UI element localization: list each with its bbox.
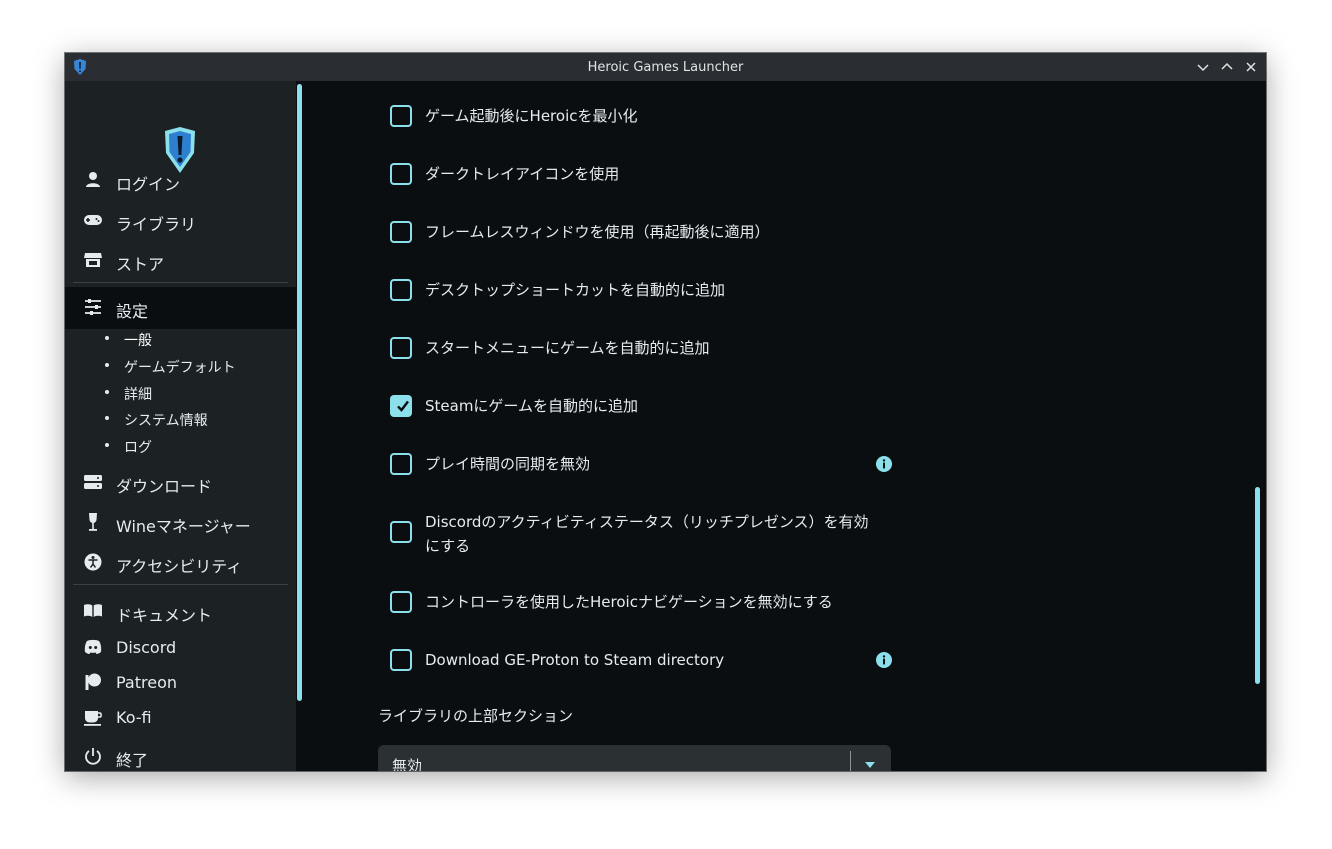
gamepad-icon [84,215,102,225]
option-label: Steamにゲームを自動的に追加 [425,397,638,415]
checkbox[interactable] [390,453,412,475]
checkbox[interactable] [390,105,412,127]
nav-item-patreon[interactable]: Patreon [65,662,296,702]
book-icon [84,604,102,617]
app-window: Heroic Games Launcher ログイン ライブラリ ストア 設定 … [65,53,1266,771]
checkmark-icon [397,400,409,412]
option-label-line1: Discordのアクティビティステータス（リッチプレゼンス）を有効 [425,513,869,531]
window-title: Heroic Games Launcher [587,60,744,75]
option-label: プレイ時間の同期を無効 [425,455,591,473]
nav-item-label: ストア [116,255,165,274]
close-icon[interactable] [1242,58,1260,76]
option-dark-tray-icon[interactable]: ダークトレイアイコンを使用 [390,161,910,187]
bullet [105,390,109,394]
sub-item-label: ログ [124,440,152,456]
checkbox[interactable] [390,279,412,301]
sidebar: ログイン ライブラリ ストア 設定 一般 ゲームデフォルト 詳細 システム情報 … [65,81,296,771]
nav-item-label: ログイン [116,175,181,194]
nav-item-label: ドキュメント [116,606,213,625]
nav-item-discord[interactable]: Discord [65,627,296,667]
option-discord-rich-presence[interactable]: Discordのアクティビティステータス（リッチプレゼンス）を有効 にする [390,509,910,559]
select-separator [850,751,851,771]
sliders-icon [85,299,101,315]
bullet [105,363,109,367]
accessibility-icon [84,553,102,571]
nav-item-wine-manager[interactable]: Wineマネージャー [65,502,296,542]
power-icon [85,748,101,765]
option-label: スタートメニューにゲームを自動的に追加 [425,339,710,357]
sidebar-scrollbar[interactable] [297,84,302,701]
sub-item-label: 一般 [124,333,152,349]
sidebar-divider [73,584,288,585]
nav-item-documentation[interactable]: ドキュメント [65,591,296,631]
minimize-icon[interactable] [1194,58,1212,76]
checkbox[interactable] [390,221,412,243]
nav-item-kofi[interactable]: Ko-fi [65,697,296,737]
bullet [105,336,109,340]
option-label: デスクトップショートカットを自動的に追加 [425,281,726,299]
checkbox[interactable] [390,649,412,671]
option-label: コントローラを使用したHeroicナビゲーションを無効にする [425,593,833,611]
option-start-menu-shortcut[interactable]: スタートメニューにゲームを自動的に追加 [390,335,910,361]
title-bar: Heroic Games Launcher [65,53,1266,81]
option-label: Download GE-Proton to Steam directory [425,651,725,669]
sub-item-label: ゲームデフォルト [124,360,236,376]
nav-item-store[interactable]: ストア [65,240,296,280]
bullet [105,443,109,447]
library-top-section-select[interactable]: 無効 [378,745,891,771]
nav-item-quit[interactable]: 終了 [65,736,296,771]
option-desktop-shortcut[interactable]: デスクトップショートカットを自動的に追加 [390,277,910,303]
chevron-down-icon[interactable] [864,761,876,769]
nav-item-label: Discord [116,638,177,657]
sub-item-label: システム情報 [124,413,208,429]
option-label: ゲーム起動後にHeroicを最小化 [425,107,638,125]
discord-icon [84,639,102,654]
nav-item-settings[interactable]: 設定 [65,287,296,329]
nav-item-label: Patreon [116,673,178,692]
option-minimize-after-launch[interactable]: ゲーム起動後にHeroicを最小化 [390,103,910,129]
option-label: フレームレスウィンドウを使用（再起動後に適用） [425,223,770,241]
info-icon[interactable] [876,652,892,668]
sidebar-divider [73,282,288,283]
option-label: ダークトレイアイコンを使用 [425,165,620,183]
checkbox[interactable] [390,337,412,359]
nav-item-label: 設定 [116,302,149,321]
nav-item-label: ライブラリ [116,215,197,234]
option-disable-controller-nav[interactable]: コントローラを使用したHeroicナビゲーションを無効にする [390,589,910,615]
wine-glass-icon [89,513,97,531]
checkbox-checked[interactable] [390,395,412,417]
nav-item-login[interactable]: ログイン [65,160,296,200]
coffee-cup-icon [84,711,102,726]
nav-item-label: 終了 [116,751,149,770]
store-icon [84,253,102,267]
nav-item-downloads[interactable]: ダウンロード [65,462,296,502]
option-ge-proton-steam[interactable]: Download GE-Proton to Steam directory [390,647,910,673]
option-add-to-steam[interactable]: Steamにゲームを自動的に追加 [390,393,910,419]
checkbox[interactable] [390,591,412,613]
nav-item-accessibility[interactable]: アクセシビリティ [65,542,296,582]
bullet [105,416,109,420]
nav-item-label: ダウンロード [116,477,213,496]
patreon-icon [85,673,101,690]
checkbox[interactable] [390,521,412,543]
nav-item-label: Ko-fi [116,708,152,727]
library-top-section-title: ライブラリの上部セクション [378,707,574,725]
download-drive-icon [84,475,102,489]
nav-item-label: アクセシビリティ [116,557,243,576]
sub-item-label: 詳細 [124,387,152,403]
nav-item-label: Wineマネージャー [116,517,251,536]
option-label-line2: にする [425,537,471,555]
user-icon [86,172,100,187]
option-disable-playtime-sync[interactable]: プレイ時間の同期を無効 [390,451,910,477]
select-value: 無効 [392,757,423,771]
maximize-icon[interactable] [1218,58,1236,76]
main-scrollbar[interactable] [1255,487,1260,684]
option-frameless-window[interactable]: フレームレスウィンドウを使用（再起動後に適用） [390,219,910,245]
checkbox[interactable] [390,163,412,185]
info-icon[interactable] [876,456,892,472]
nav-item-library[interactable]: ライブラリ [65,200,296,240]
